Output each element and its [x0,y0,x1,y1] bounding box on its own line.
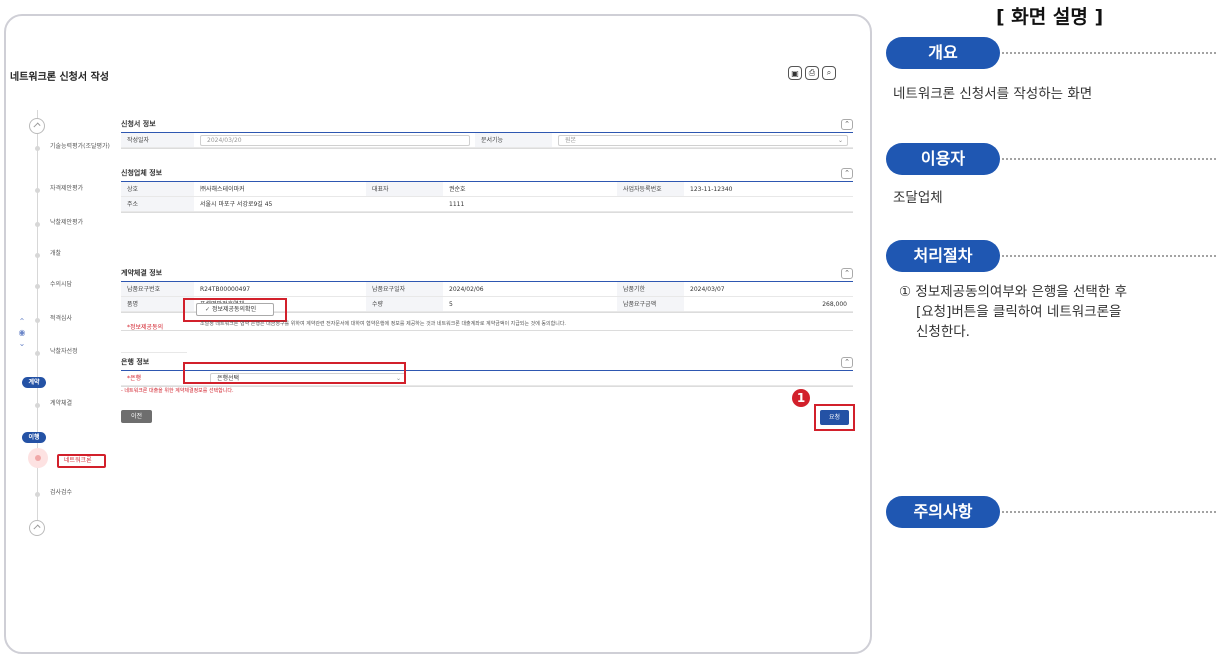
zoom-icon[interactable]: ⌕ [822,66,836,80]
application-section: 신청서 정보 ⌃ 작성일자 2024/03/20 문서기능 원본 ⌄ [121,118,853,149]
section-title: 신청서 정보 [121,120,156,128]
step-item[interactable]: 자격제안평가 [50,185,110,193]
doc-select[interactable]: 원본 ⌄ [558,135,848,146]
highlight-box-bank [183,362,406,384]
step-dot [35,351,40,356]
dotted-line [1002,511,1216,513]
active-step-dot [28,448,48,468]
amount-label: 납품요구금액 [617,297,684,312]
collapse-button[interactable]: ⌃ [841,268,853,279]
date-field[interactable]: 2024/03/20 [200,135,470,146]
doc-value: 원본 [565,137,577,144]
section-header: 계약체결 정보 ⌃ [121,267,853,282]
bizno-label: 사업자등록번호 [617,182,684,197]
save-icon[interactable]: ▣ [788,66,802,80]
addr-label: 주소 [121,197,194,212]
step-dot [35,284,40,289]
reqdate-label: 납품요구일자 [366,282,443,297]
section-title: 신청업체 정보 [121,169,163,177]
section-header: 신청서 정보 ⌃ [121,118,853,133]
amount-value: 268,000 [684,297,853,312]
step-item[interactable]: 검사검수 [50,489,110,497]
divider [121,330,853,331]
name-value: ㈜사해스테이마커 [194,182,366,197]
step-callout-badge: 1 [792,389,810,407]
procedure-pill: 처리절차 [886,240,1000,272]
dotted-line [1002,158,1216,160]
step-item-active[interactable]: 네트워크론 [57,454,106,468]
collapse-button[interactable]: ⌃ [841,119,853,130]
collapse-button[interactable]: ⌃ [841,357,853,368]
step-item[interactable]: 낙찰자선정 [50,348,110,356]
step-item[interactable]: 낙찰제안평가 [50,219,110,227]
step-dot [35,146,40,151]
step-item[interactable]: 개찰 [50,250,110,258]
chevron-down-icon: ⌄ [837,137,843,144]
company-table: 상호 ㈜사해스테이마커 대표자 권순호 사업자등록번호 123-11-12340… [121,182,853,213]
step-item[interactable]: 계약체결 [50,400,110,408]
rail-down-button[interactable] [29,520,45,536]
addr-detail: 1111 [443,197,853,212]
step-item[interactable]: 수의시담 [50,281,110,289]
name-label: 상호 [121,182,194,197]
step-dot [35,253,40,258]
rep-label: 대표자 [366,182,443,197]
step-dot [35,318,40,323]
highlight-box-consent [183,298,287,322]
panel-title: [ 화면 설명 ] [996,6,1104,28]
bank-notice: - 네트워크론 대출을 위한 계약체결정보를 선택합니다. [121,388,234,394]
prev-button[interactable]: 이전 [121,410,152,423]
procedure-line-2: [요청]버튼을 클릭하여 네트워크론을 [916,304,1122,320]
user-pill: 이용자 [886,143,1000,175]
company-section: 신청업체 정보 ⌃ 상호 ㈜사해스테이마커 대표자 권순호 사업자등록번호 12… [121,167,853,213]
overview-pill: 개요 [886,37,1000,69]
rail-up-button[interactable] [29,118,45,134]
application-table: 작성일자 2024/03/20 문서기능 원본 ⌄ [121,133,853,149]
overview-text: 네트워크론 신청서를 작성하는 화면 [893,86,1093,102]
reqno-value: R24TB00000497 [194,282,366,297]
root: 네트워크론 신청서 작성 ▣ ⎙ ⌕ 기술능력평가(조달평가) 자격제안평가 낙… [0,0,1216,658]
qty-label: 수량 [366,297,443,312]
stage-pill-performance: 이행 [22,432,46,443]
doc-label: 문서기능 [475,133,552,148]
step-item[interactable]: 기술능력평가(조달평가) [50,143,110,151]
consent-text: 조달청 네트워크론 협약 은행은 대금청구를 위하여 계약관련 전자문서에 대하… [200,321,567,327]
step-item[interactable]: 적격심사 [50,315,110,323]
section-title: 계약체결 정보 [121,269,163,277]
step-dot [35,403,40,408]
step-dot [35,188,40,193]
addr-value: 서울시 마포구 서강로9길 45 [194,197,443,212]
procedure-line-3: 신청한다. [916,324,970,340]
rep-value: 권순호 [443,182,617,197]
rail-scroll-control[interactable]: ⌃ ◉ ⌄ [17,316,27,350]
deadline-label: 납품기한 [617,282,684,297]
deadline-value: 2024/03/07 [684,282,853,297]
bizno-value: 123-11-12340 [684,182,853,197]
date-cell: 2024/03/20 [194,133,475,148]
reqdate-value: 2024/02/06 [443,282,617,297]
step-dot [35,492,40,497]
collapse-button[interactable]: ⌃ [841,168,853,179]
date-label: 작성일자 [121,133,194,148]
caution-pill: 주의사항 [886,496,1000,528]
step-dot [35,222,40,227]
section-header: 신청업체 정보 ⌃ [121,167,853,182]
reqno-label: 납품요구번호 [121,282,194,297]
dotted-line [1002,52,1216,54]
procedure-line-1: ① 정보제공동의여부와 은행을 선택한 후 [899,284,1127,300]
consent-label: *정보제공동의 [121,313,187,353]
page-title: 네트워크론 신청서 작성 [10,72,109,83]
section-title: 은행 정보 [121,358,150,366]
print-icon[interactable]: ⎙ [805,66,819,80]
toolbar: ▣ ⎙ ⌕ [788,66,836,80]
user-text: 조달업체 [893,190,943,206]
dotted-line [1002,255,1216,257]
request-button[interactable]: 요청 [820,410,849,425]
qty-value: 5 [443,297,617,312]
doc-cell: 원본 ⌄ [552,133,853,148]
stage-pill-contract: 계약 [22,377,46,388]
